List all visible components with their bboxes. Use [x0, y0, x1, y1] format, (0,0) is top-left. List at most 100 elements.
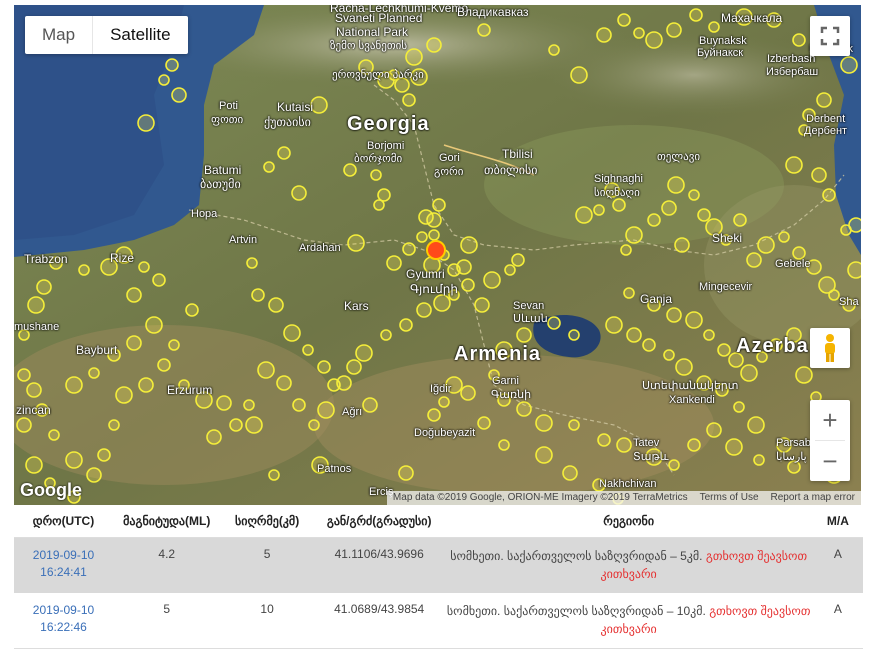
quake-marker[interactable] — [17, 368, 31, 382]
quake-marker[interactable] — [746, 252, 762, 268]
quake-marker[interactable] — [402, 93, 416, 107]
satellite-type-button[interactable]: Satellite — [92, 16, 187, 54]
quake-marker[interactable] — [427, 408, 441, 422]
quake-marker[interactable] — [625, 226, 643, 244]
quake-marker[interactable] — [647, 213, 661, 227]
quake-marker[interactable] — [243, 399, 255, 411]
quake-marker[interactable] — [398, 465, 414, 481]
epicenter-marker[interactable] — [426, 240, 446, 260]
quake-marker[interactable] — [137, 114, 155, 132]
quake-marker[interactable] — [516, 327, 532, 343]
quake-marker[interactable] — [418, 209, 434, 225]
quake-marker[interactable] — [461, 278, 475, 292]
quake-marker[interactable] — [753, 454, 765, 466]
quake-marker[interactable] — [456, 259, 472, 275]
quake-marker[interactable] — [291, 185, 307, 201]
quake-marker[interactable] — [733, 213, 747, 227]
quake-marker[interactable] — [310, 96, 328, 114]
quake-marker[interactable] — [535, 414, 553, 432]
quake-marker[interactable] — [795, 366, 813, 384]
quake-marker[interactable] — [276, 375, 292, 391]
quake-marker[interactable] — [380, 329, 392, 341]
quake-marker[interactable] — [460, 236, 478, 254]
quake-marker[interactable] — [717, 343, 731, 357]
row-datetime[interactable]: 2019-09-10 16:22:46 — [14, 593, 113, 649]
quake-marker[interactable] — [245, 416, 263, 434]
quake-marker[interactable] — [511, 253, 525, 267]
quake-marker[interactable] — [433, 294, 451, 312]
quake-marker[interactable] — [115, 386, 133, 404]
quake-marker[interactable] — [426, 37, 442, 53]
row-date[interactable]: 2019-09-10 — [33, 603, 94, 617]
quake-marker[interactable] — [626, 327, 642, 343]
quake-marker[interactable] — [36, 279, 52, 295]
quake-marker[interactable] — [562, 465, 578, 481]
zoom-in-button[interactable]: + — [810, 400, 850, 440]
row-date[interactable]: 2019-09-10 — [33, 548, 94, 562]
quake-marker[interactable] — [402, 242, 416, 256]
quake-marker[interactable] — [575, 206, 593, 224]
quake-marker[interactable] — [483, 271, 501, 289]
quake-marker[interactable] — [65, 451, 83, 469]
quake-marker[interactable] — [645, 31, 663, 49]
quake-marker[interactable] — [27, 296, 45, 314]
quake-marker[interactable] — [126, 335, 142, 351]
street-view-button[interactable] — [810, 328, 850, 368]
quake-marker[interactable] — [399, 318, 413, 332]
quake-marker[interactable] — [138, 377, 154, 393]
quake-marker[interactable] — [432, 198, 446, 212]
quake-marker[interactable] — [612, 198, 626, 212]
quake-marker[interactable] — [535, 446, 553, 464]
quake-marker[interactable] — [263, 161, 275, 173]
quake-marker[interactable] — [108, 419, 120, 431]
quake-marker[interactable] — [778, 231, 790, 243]
quake-marker[interactable] — [416, 302, 432, 318]
quake-marker[interactable] — [725, 438, 743, 456]
quake-marker[interactable] — [498, 439, 510, 451]
quake-marker[interactable] — [847, 261, 861, 279]
quake-marker[interactable] — [689, 8, 703, 22]
zoom-out-button[interactable]: − — [810, 441, 850, 481]
terms-of-use-link[interactable]: Terms of Use — [700, 491, 759, 505]
quake-marker[interactable] — [362, 397, 378, 413]
quake-marker[interactable] — [145, 316, 163, 334]
quake-marker[interactable] — [593, 204, 605, 216]
quake-marker[interactable] — [428, 229, 440, 241]
quake-marker[interactable] — [675, 358, 693, 376]
quake-marker[interactable] — [370, 169, 382, 181]
quake-marker[interactable] — [666, 307, 682, 323]
quake-marker[interactable] — [165, 58, 179, 72]
quake-marker[interactable] — [740, 364, 758, 382]
quake-marker[interactable] — [785, 156, 803, 174]
quake-marker[interactable] — [840, 56, 858, 74]
quake-marker[interactable] — [97, 448, 111, 462]
quake-marker[interactable] — [597, 433, 611, 447]
quake-marker[interactable] — [405, 48, 423, 66]
quake-marker[interactable] — [706, 422, 722, 438]
row-time[interactable]: 16:22:46 — [40, 620, 87, 634]
earthquake-map[interactable]: Georgia Armenia Azerba Tbilisi თბილისი Kutais… — [14, 5, 861, 505]
quake-marker[interactable] — [620, 244, 632, 256]
quake-marker[interactable] — [685, 311, 703, 329]
quake-marker[interactable] — [703, 329, 715, 341]
quake-marker[interactable] — [822, 188, 836, 202]
row-time[interactable]: 16:24:41 — [40, 565, 87, 579]
quake-marker[interactable] — [152, 273, 166, 287]
quake-marker[interactable] — [477, 23, 491, 37]
quake-marker[interactable] — [168, 339, 180, 351]
quake-marker[interactable] — [343, 163, 357, 177]
quake-marker[interactable] — [277, 146, 291, 160]
quake-marker[interactable] — [708, 21, 720, 33]
quake-marker[interactable] — [474, 297, 490, 313]
quake-marker[interactable] — [757, 236, 775, 254]
quake-marker[interactable] — [840, 224, 852, 236]
quake-marker[interactable] — [386, 255, 402, 271]
quake-marker[interactable] — [355, 344, 373, 362]
quake-marker[interactable] — [416, 231, 428, 243]
quake-marker[interactable] — [617, 13, 631, 27]
quake-marker[interactable] — [816, 92, 832, 108]
quake-marker[interactable] — [568, 419, 580, 431]
quake-marker[interactable] — [568, 329, 580, 341]
quake-marker[interactable] — [268, 469, 280, 481]
quake-marker[interactable] — [504, 264, 516, 276]
